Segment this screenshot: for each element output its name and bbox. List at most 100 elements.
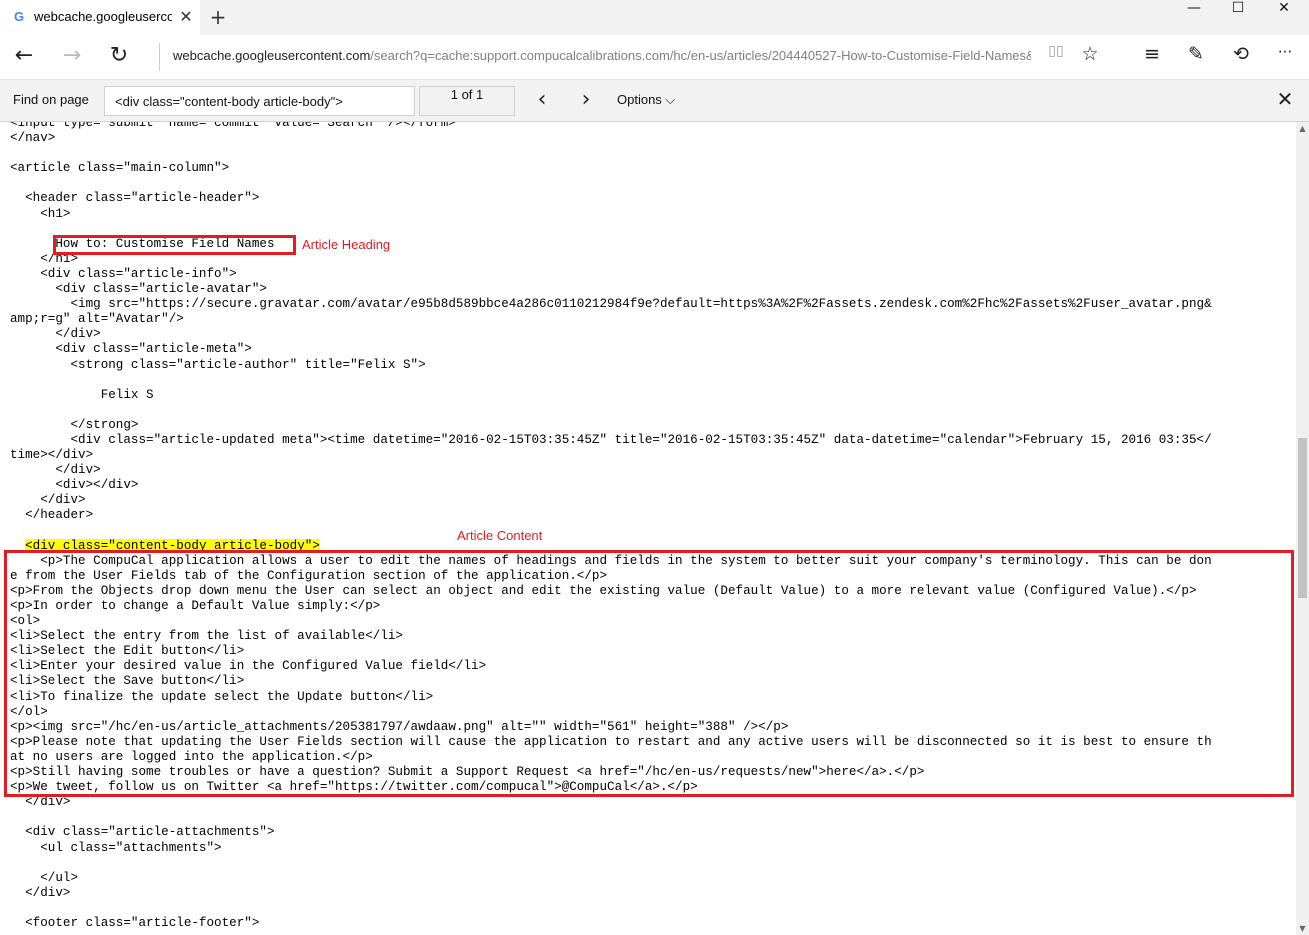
source-line-text: </header> [10, 508, 94, 523]
refresh-button[interactable]: ↻ [103, 43, 135, 71]
source-line-text: </strong> [10, 417, 139, 432]
source-line: <header class="article-header"> [10, 191, 1212, 206]
source-line-text: <div class="article-meta"> [10, 342, 252, 357]
source-line: <div class="article-attachments"> [10, 825, 1212, 840]
source-line-text: <div class="article-attachments"> [10, 825, 275, 840]
source-line-text: </div> [10, 493, 86, 508]
find-next-button[interactable]: › [571, 87, 601, 115]
source-line-text: <input type="submit" name="commit" value… [10, 122, 456, 130]
source-line: </div> [10, 463, 1212, 478]
find-label: Find on page [13, 92, 89, 107]
navigation-bar: ← → ↻ webcache.googleusercontent.com/sea… [0, 35, 1309, 79]
title-bar: G webcache.googleusercontent.com ✕ + — ☐… [0, 0, 1309, 35]
article-heading-box [53, 235, 296, 255]
source-line: </nav> [10, 131, 1212, 146]
source-line-text: </div> [10, 885, 71, 900]
google-favicon-icon: G [13, 9, 25, 24]
source-line-text: <strong class="article-author" title="Fe… [10, 357, 426, 372]
source-line-text: <footer class="article-footer"> [10, 915, 260, 930]
find-previous-button[interactable]: ‹ [527, 87, 557, 115]
reading-view-icon[interactable]: ▯▯ [1041, 43, 1071, 71]
source-line: time></div> [10, 448, 1212, 463]
source-line-text: <div class="article-avatar"> [10, 282, 267, 297]
source-line [10, 524, 1212, 539]
source-line: </div> [10, 795, 1212, 810]
source-line-text: </div> [10, 795, 71, 810]
page-source-view: <input type="submit" name="commit" value… [0, 122, 1296, 935]
source-line: <footer class="article-footer"> [10, 916, 1212, 931]
source-line-text: <img src="https://secure.gravatar.com/av… [10, 297, 1212, 312]
new-tab-button[interactable]: + [206, 6, 230, 30]
favorite-star-icon[interactable]: ☆ [1075, 43, 1105, 71]
source-line-text: <div class="article-info"> [10, 266, 237, 281]
find-match-count: 1 of 1 [419, 86, 515, 116]
source-line: Felix S [10, 388, 1212, 403]
source-line-text: </div> [10, 463, 101, 478]
maximize-button[interactable]: ☐ [1215, 0, 1261, 35]
source-line [10, 373, 1212, 388]
share-icon[interactable]: ⟲ [1226, 43, 1256, 71]
source-line-text: <header class="article-header"> [10, 191, 260, 206]
source-line: <div></div> [10, 478, 1212, 493]
scroll-up-icon[interactable]: ▲ [1296, 122, 1309, 135]
tab-title: webcache.googleusercontent.com [34, 9, 172, 24]
browser-tab[interactable]: G webcache.googleusercontent.com ✕ [0, 0, 200, 35]
source-line: </strong> [10, 418, 1212, 433]
source-line: <article class="main-column"> [10, 161, 1212, 176]
minimize-button[interactable]: — [1171, 0, 1217, 35]
source-line: </ul> [10, 871, 1212, 886]
find-input[interactable] [104, 86, 415, 116]
source-line: <div class="article-meta"> [10, 342, 1212, 357]
source-line-text: amp;r=g" alt="Avatar"/> [10, 312, 184, 327]
source-line-text: </ul> [10, 870, 79, 885]
address-separator [159, 43, 160, 71]
source-line [10, 901, 1212, 916]
source-line-text: <h1> [10, 206, 71, 221]
article-content-box [4, 550, 1294, 797]
back-button[interactable]: ← [8, 43, 40, 71]
source-line: </div> [10, 886, 1212, 901]
source-line: </header> [10, 508, 1212, 523]
source-line [10, 176, 1212, 191]
source-line: <input type="submit" name="commit" value… [10, 122, 1212, 131]
source-line-text: <article class="main-column"> [10, 161, 230, 176]
source-line-text: time></div> [10, 448, 94, 463]
source-line: </div> [10, 327, 1212, 342]
source-line: <ul class="attachments"> [10, 841, 1212, 856]
source-line [10, 856, 1212, 871]
source-line [10, 146, 1212, 161]
scroll-down-icon[interactable]: ▼ [1296, 922, 1309, 935]
source-line-text: <ul class="attachments"> [10, 840, 222, 855]
vertical-scrollbar[interactable]: ▲ ▼ [1296, 122, 1309, 935]
scroll-thumb[interactable] [1298, 438, 1307, 598]
source-line [10, 810, 1212, 825]
article-heading-label: Article Heading [302, 237, 391, 252]
source-line-text: </nav> [10, 131, 56, 146]
source-line: </div> [10, 493, 1212, 508]
url-path: /search?q=cache:support.compucalcalibrat… [370, 48, 1031, 63]
window-close-button[interactable]: ✕ [1261, 0, 1307, 35]
tab-close-icon[interactable]: ✕ [176, 7, 196, 27]
find-options-dropdown[interactable]: Options ⌵ [617, 92, 675, 108]
source-line: <h1> [10, 207, 1212, 222]
web-note-icon[interactable]: ✎ [1181, 43, 1211, 71]
source-line: <img src="https://secure.gravatar.com/av… [10, 297, 1212, 312]
article-content-label: Article Content [457, 528, 543, 543]
source-line: amp;r=g" alt="Avatar"/> [10, 312, 1212, 327]
find-close-button[interactable]: ✕ [1272, 87, 1298, 115]
forward-button[interactable]: → [56, 43, 88, 71]
source-line-text: Felix S [10, 387, 154, 402]
source-line: <strong class="article-author" title="Fe… [10, 358, 1212, 373]
url-host: webcache.googleusercontent.com [173, 48, 371, 63]
source-line [10, 403, 1212, 418]
hub-icon[interactable]: ≡ [1137, 43, 1167, 71]
more-icon[interactable]: ··· [1270, 43, 1300, 71]
source-line: <div class="article-avatar"> [10, 282, 1212, 297]
source-line-text: <div class="article-updated meta"><time … [10, 432, 1212, 447]
source-line: <div class="article-info"> [10, 267, 1212, 282]
address-bar[interactable]: webcache.googleusercontent.com/search?q=… [173, 48, 1031, 63]
find-on-page-bar: Find on page 1 of 1 ‹ › Options ⌵ ✕ [0, 79, 1309, 122]
source-line: <div class="article-updated meta"><time … [10, 432, 1212, 448]
source-line-text: <div></div> [10, 478, 139, 493]
source-line-text: </div> [10, 327, 101, 342]
